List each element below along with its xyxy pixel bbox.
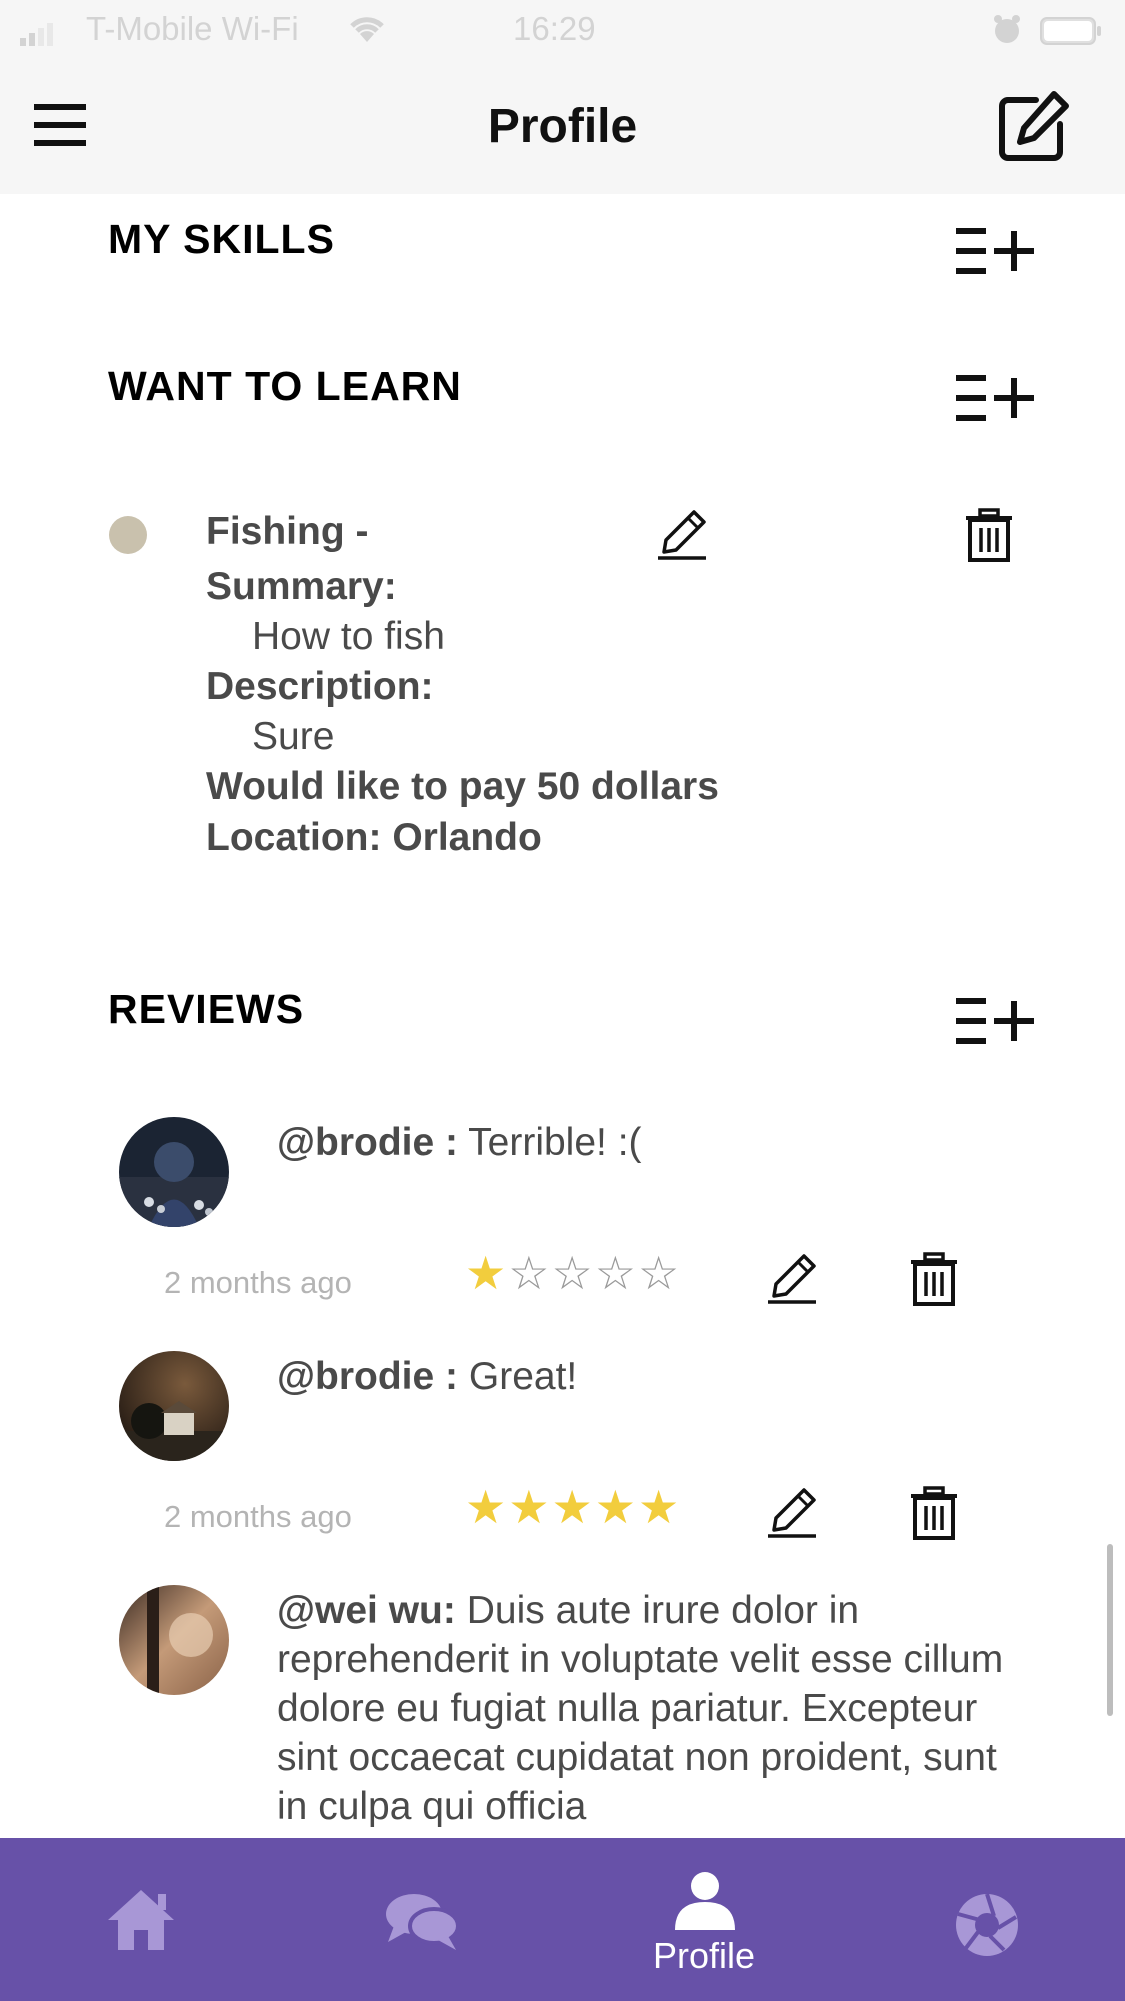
avatar[interactable] (119, 1585, 229, 1695)
review-text: @brodie : Terrible! :( (277, 1118, 1037, 1167)
tab-profile-label[interactable]: Profile (620, 1935, 788, 1977)
clock-time: 16:29 (513, 10, 596, 47)
star-empty-icon: ☆ (638, 1247, 680, 1299)
location-text: Location: Orlando (206, 816, 542, 859)
learn-title: Fishing - (206, 510, 369, 553)
wifi-icon (346, 12, 388, 49)
star-filled-icon: ★ (465, 1481, 507, 1533)
review-comment: Terrible! :( (458, 1121, 642, 1164)
camera-aperture-icon[interactable] (954, 1892, 1020, 1963)
add-skill-icon[interactable] (956, 226, 1034, 276)
review-username[interactable]: @wei wu: (277, 1589, 456, 1632)
star-filled-icon: ★ (465, 1247, 507, 1299)
want-to-learn-heading: WANT TO LEARN (108, 363, 462, 409)
trash-icon[interactable] (909, 1252, 959, 1311)
description-label: Description: (206, 665, 434, 708)
star-empty-icon: ☆ (508, 1247, 550, 1299)
star-filled-icon: ★ (508, 1481, 550, 1533)
trash-icon[interactable] (909, 1486, 959, 1545)
bullet-dot (109, 516, 147, 554)
avatar[interactable] (119, 1351, 229, 1461)
pencil-icon[interactable] (766, 1486, 818, 1543)
star-empty-icon: ☆ (551, 1247, 593, 1299)
signal-icon (20, 22, 56, 51)
review-username[interactable]: @brodie : (277, 1355, 458, 1398)
description-value: Sure (252, 715, 335, 758)
review-text: @wei wu: Duis aute irure dolor in repreh… (277, 1586, 1037, 1831)
pay-text: Would like to pay 50 dollars (206, 765, 719, 808)
avatar[interactable] (119, 1117, 229, 1227)
pencil-icon[interactable] (656, 508, 708, 565)
star-filled-icon: ★ (551, 1481, 593, 1533)
alarm-icon (992, 14, 1022, 51)
page-title: Profile (487, 100, 638, 153)
chat-icon[interactable] (384, 1890, 460, 1957)
scrollbar[interactable] (1107, 1544, 1113, 1716)
review-comment: Great! (458, 1355, 578, 1398)
star-empty-icon: ☆ (594, 1247, 636, 1299)
add-learn-icon[interactable] (956, 373, 1034, 423)
profile-icon[interactable] (673, 1870, 737, 1935)
star-filled-icon: ★ (638, 1481, 680, 1533)
pencil-icon[interactable] (766, 1252, 818, 1309)
review-time: 2 months ago (164, 1265, 352, 1300)
edit-profile-icon[interactable] (996, 90, 1070, 169)
star-filled-icon: ★ (594, 1481, 636, 1533)
summary-value: How to fish (252, 615, 445, 658)
review-text: @brodie : Great! (277, 1352, 1037, 1401)
star-rating: ★ ☆ ☆ ☆ ☆ (465, 1250, 679, 1296)
review-username[interactable]: @brodie : (277, 1121, 458, 1164)
summary-label: Summary: (206, 565, 397, 608)
my-skills-heading: MY SKILLS (108, 216, 335, 262)
reviews-heading: REVIEWS (108, 986, 305, 1032)
carrier-label: T-Mobile Wi-Fi (86, 10, 299, 47)
home-icon[interactable] (104, 1886, 178, 1957)
star-rating: ★ ★ ★ ★ ★ (465, 1484, 679, 1530)
battery-icon (1040, 17, 1102, 50)
review-time: 2 months ago (164, 1499, 352, 1534)
add-review-icon[interactable] (956, 996, 1034, 1046)
trash-icon[interactable] (964, 508, 1014, 567)
